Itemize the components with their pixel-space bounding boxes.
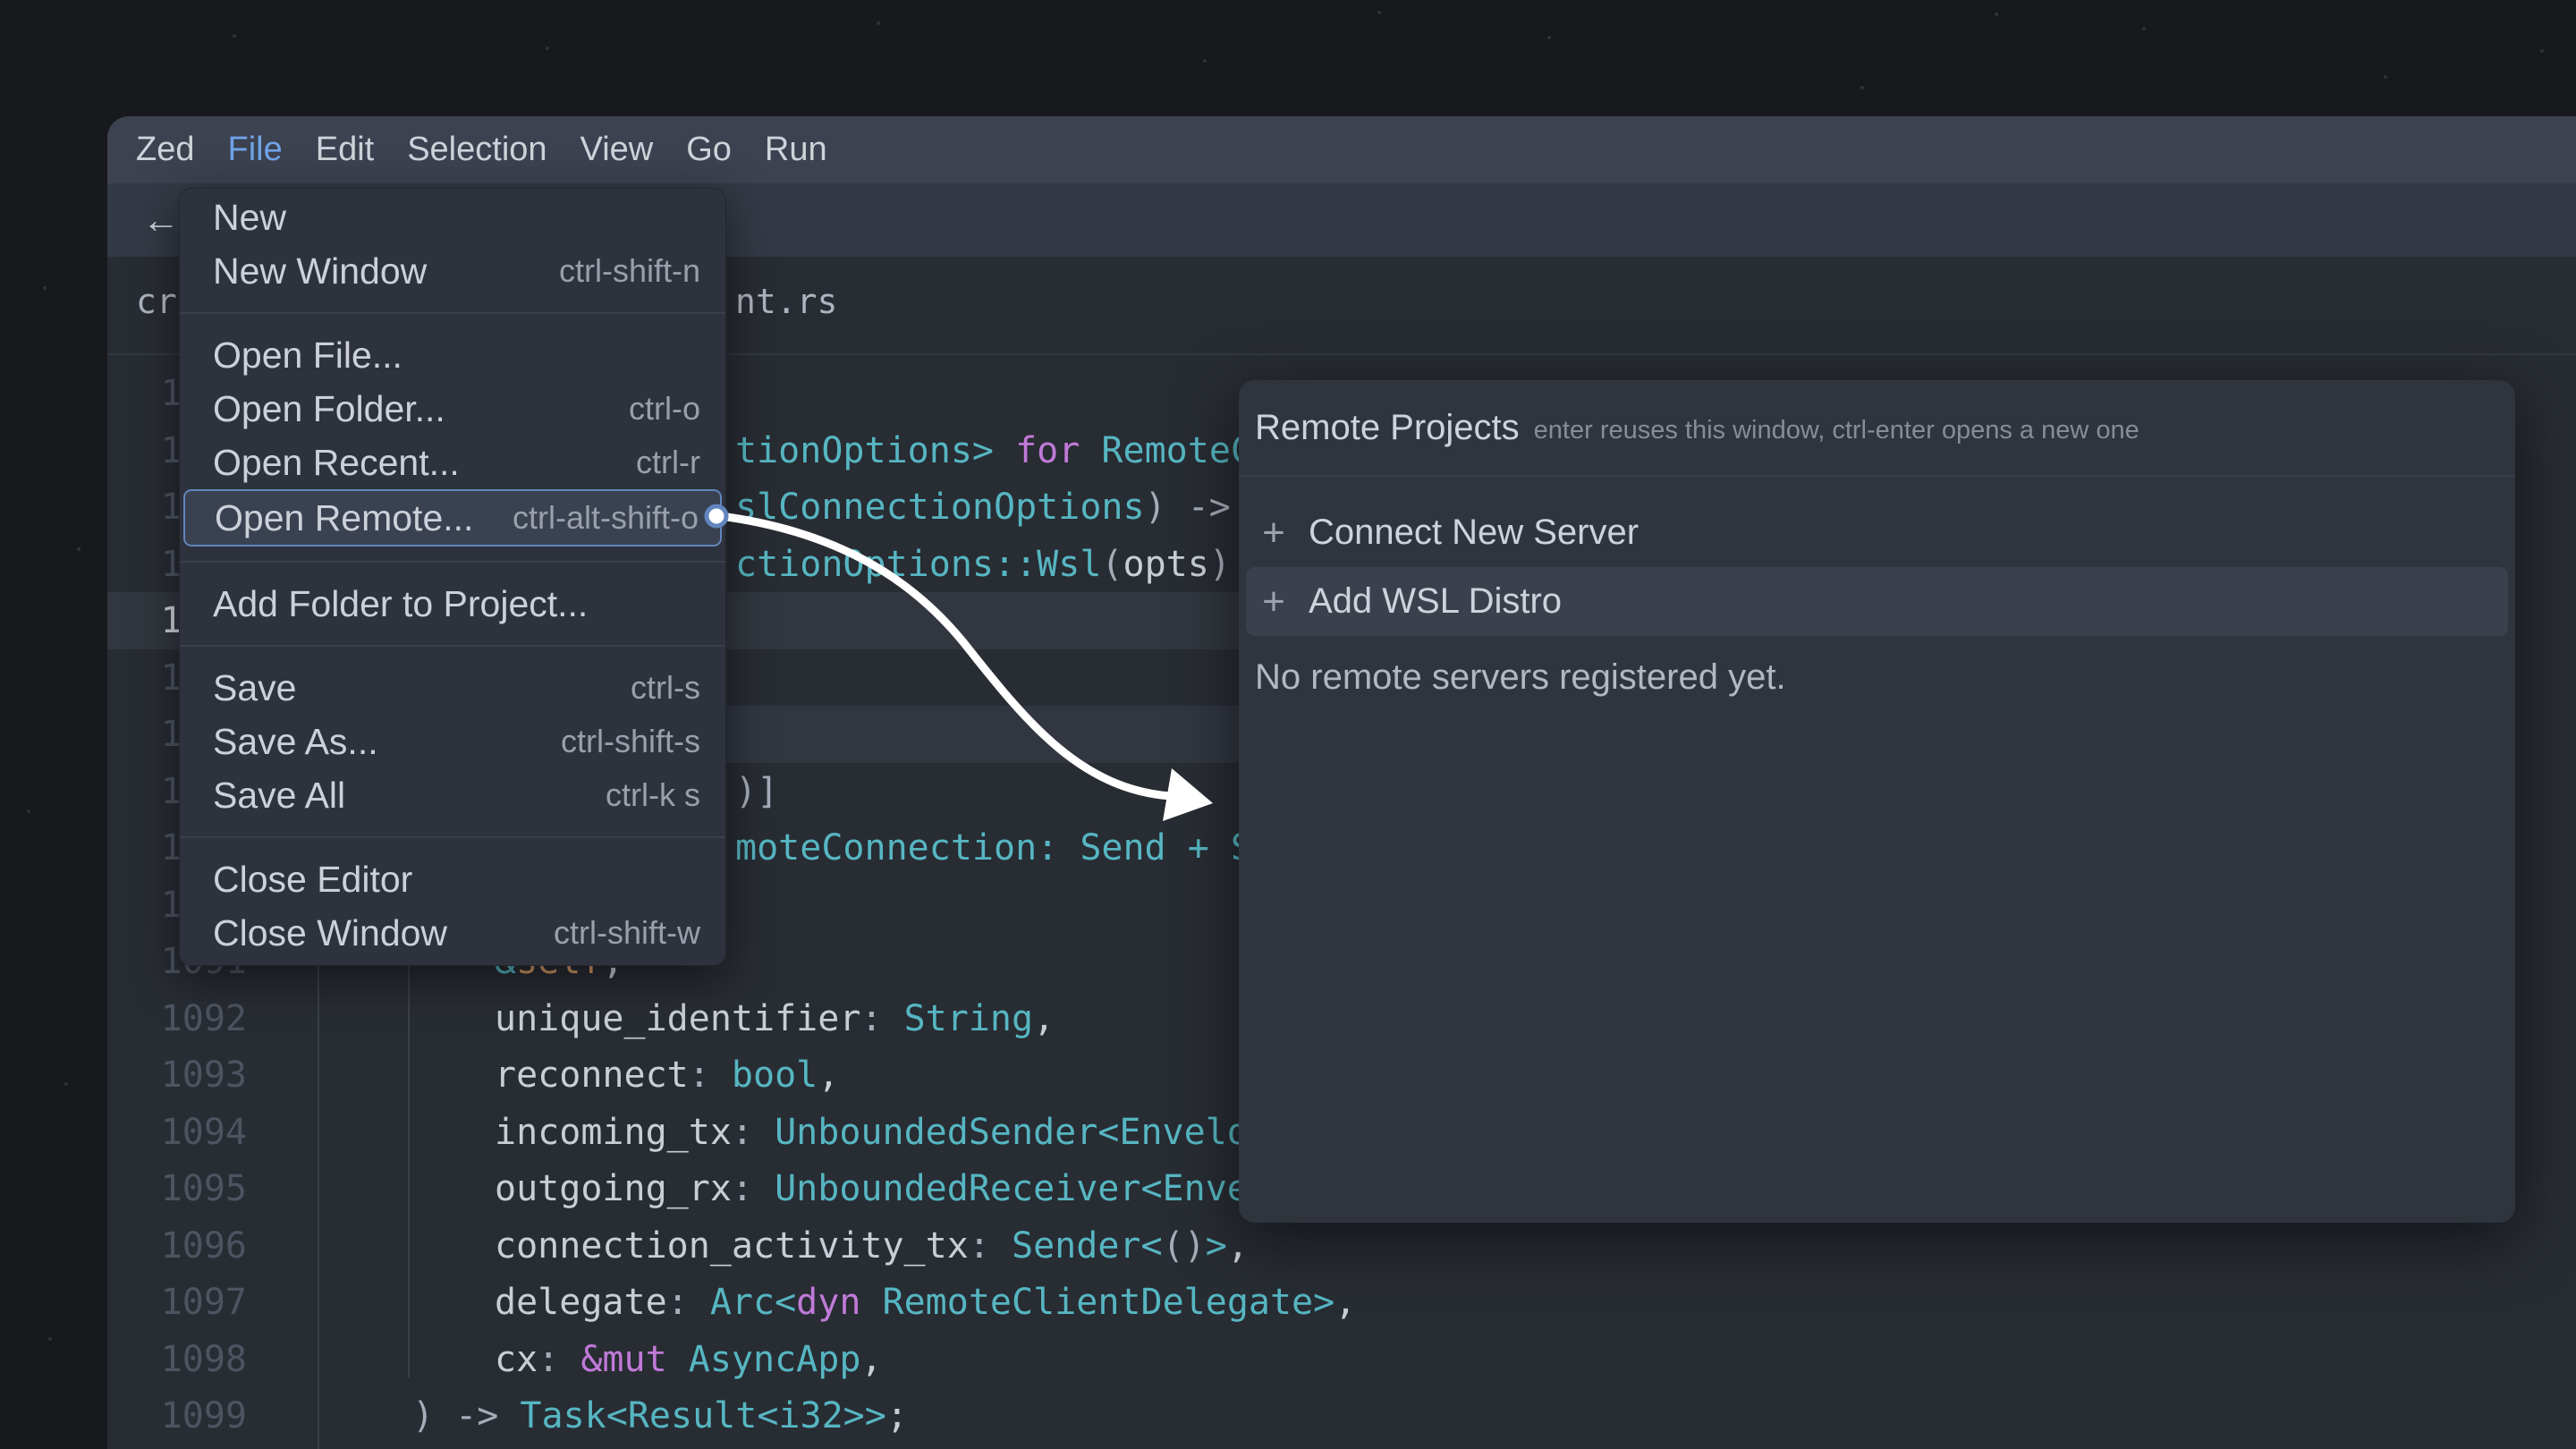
menu-item-label: New (213, 197, 700, 239)
file-menu-separator (180, 836, 725, 838)
menu-item-label: Close Window (213, 912, 554, 954)
background-speckle (77, 547, 80, 551)
menu-item-shortcut: ctrl-s (631, 669, 700, 707)
menu-item-close-window[interactable]: Close Windowctrl-shift-w (180, 906, 725, 960)
menu-item-save[interactable]: Savectrl-s (180, 661, 725, 715)
background-speckle (1203, 59, 1207, 63)
menu-item-label: Open Recent... (213, 442, 636, 484)
menu-bar-item-go[interactable]: Go (686, 131, 732, 169)
file-menu-separator (180, 312, 725, 314)
line-number: 1099 (107, 1387, 247, 1445)
code-line[interactable]: connection_activity_tx: Sender<()>, (495, 1217, 1249, 1275)
code-line[interactable]: incoming_tx: UnboundedSender<Envelop (495, 1104, 1239, 1161)
background-speckle (1377, 11, 1381, 14)
code-line[interactable]: outgoing_rx: UnboundedReceiver<Envelo (495, 1160, 1239, 1217)
code-line[interactable]: delegate: Arc<dyn RemoteClientDelegate>, (495, 1274, 1356, 1331)
menu-item-shortcut: ctrl-shift-n (559, 252, 700, 290)
line-number: 1097 (107, 1274, 247, 1331)
line-number: 1098 (107, 1331, 247, 1388)
code-line[interactable]: ctionOptions::Wsl(opts) (735, 536, 1239, 593)
file-menu-separator (180, 561, 725, 563)
menu-item-shortcut: ctrl-shift-s (561, 723, 700, 760)
code-line[interactable]: moteConnection: Send + S (735, 819, 1239, 877)
menu-item-close-editor[interactable]: Close Editor (180, 852, 725, 906)
menu-bar-item-selection[interactable]: Selection (407, 131, 547, 169)
menu-item-label: Add Folder to Project... (213, 583, 700, 625)
menu-bar-item-run[interactable]: Run (765, 131, 827, 169)
menu-item-shortcut: ctrl-alt-shift-o (513, 499, 699, 537)
line-number: 1094 (107, 1104, 247, 1161)
menu-item-new[interactable]: New (180, 191, 725, 244)
menu-item-label: Open File... (213, 335, 700, 377)
file-menu-separator (180, 645, 725, 647)
code-line[interactable]: unique_identifier: String, (495, 990, 1239, 1047)
menu-item-shortcut: ctrl-r (636, 444, 700, 481)
background-speckle (64, 1082, 68, 1086)
dialog-action-label: Add WSL Distro (1309, 581, 1562, 622)
menu-item-label: New Window (213, 250, 559, 292)
dialog-title: Remote Projects (1255, 408, 1520, 448)
line-number: 1096 (107, 1217, 247, 1275)
menu-item-shortcut: ctrl-k s (606, 776, 700, 814)
line-number: 1095 (107, 1160, 247, 1217)
menu-item-open-remote[interactable]: Open Remote...ctrl-alt-shift-o (183, 489, 722, 547)
file-menu: New New Windowctrl-shift-n Open File... Ope… (179, 188, 726, 966)
background-speckle (2384, 75, 2387, 79)
dialog-header: Remote Projects enter reuses this window… (1239, 380, 2515, 477)
code-line[interactable]: slConnectionOptions) -> (735, 479, 1239, 536)
plus-icon: + (1258, 580, 1289, 624)
background-speckle (233, 34, 236, 38)
zed-window: ← cra nt.rs 10811082tionOptions> for Rem… (107, 116, 2576, 1449)
menu-item-open-recent[interactable]: Open Recent...ctrl-r (180, 436, 725, 489)
code-line[interactable]: reconnect: bool, (495, 1046, 1239, 1104)
menu-item-save-all[interactable]: Save Allctrl-k s (180, 768, 725, 822)
dialog-hint: enter reuses this window, ctrl-enter ope… (1534, 411, 2140, 445)
dialog-actions: + Connect New Server + Add WSL Distro (1239, 477, 2515, 636)
background-speckle (1995, 13, 1998, 16)
background-speckle (546, 47, 549, 50)
remote-projects-dialog: Remote Projects enter reuses this window… (1239, 380, 2515, 1223)
menu-item-shortcut: ctrl-o (629, 390, 700, 428)
menu-item-shortcut: ctrl-shift-w (554, 914, 700, 952)
line-number: 1093 (107, 1046, 247, 1104)
background-speckle (1860, 86, 1864, 89)
background-speckle (1547, 36, 1551, 39)
dialog-action-connect-new-server[interactable]: + Connect New Server (1246, 498, 2508, 567)
code-line[interactable]: tionOptions> for RemoteC (735, 422, 1239, 479)
menu-item-label: Close Editor (213, 859, 700, 901)
background-speckle (2540, 49, 2544, 53)
menu-item-save-as[interactable]: Save As...ctrl-shift-s (180, 715, 725, 768)
background-speckle (43, 286, 47, 290)
line-number: 1092 (107, 990, 247, 1047)
menu-bar-item-view[interactable]: View (580, 131, 654, 169)
menu-item-add-folder-to-project[interactable]: Add Folder to Project... (180, 577, 725, 631)
code-line[interactable]: ) -> Task<Result<i32>>; (412, 1387, 908, 1445)
menu-item-label: Save All (213, 775, 606, 817)
code-line[interactable]: cx: &mut AsyncApp, (495, 1331, 883, 1388)
menu-item-open-file[interactable]: Open File... (180, 328, 725, 382)
menu-item-new-window[interactable]: New Windowctrl-shift-n (180, 244, 725, 298)
background-speckle (877, 21, 880, 25)
menu-item-label: Open Remote... (215, 497, 513, 539)
menu-bar: Zed File Edit Selection View Go Run (107, 116, 2576, 183)
menu-item-open-folder[interactable]: Open Folder...ctrl-o (180, 382, 725, 436)
plus-icon: + (1258, 511, 1289, 555)
background-speckle (27, 809, 30, 813)
menu-bar-item-edit[interactable]: Edit (316, 131, 374, 169)
empty-state-text: No remote servers registered yet. (1255, 648, 2515, 706)
background-speckle (2142, 27, 2146, 30)
menu-item-label: Open Folder... (213, 388, 629, 430)
dialog-action-add-wsl-distro[interactable]: + Add WSL Distro (1246, 567, 2508, 636)
menu-bar-item-file[interactable]: File (227, 131, 282, 169)
dialog-action-label: Connect New Server (1309, 513, 1639, 553)
menu-bar-item-zed[interactable]: Zed (136, 131, 194, 169)
background-speckle (48, 1337, 52, 1341)
menu-item-label: Save (213, 667, 631, 709)
code-line[interactable]: )] (735, 763, 1239, 820)
menu-item-label: Save As... (213, 721, 561, 763)
